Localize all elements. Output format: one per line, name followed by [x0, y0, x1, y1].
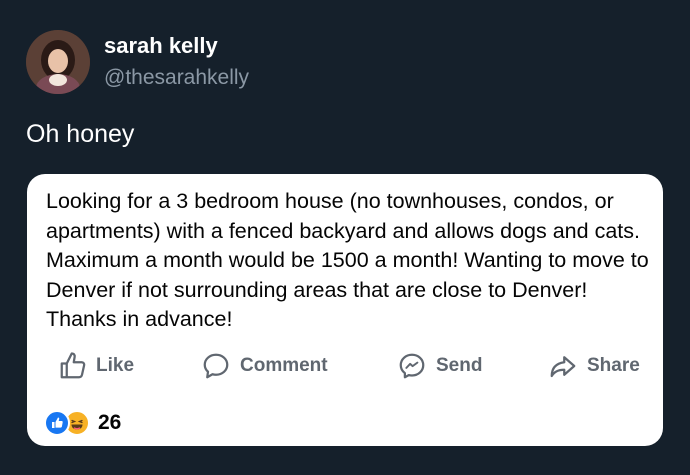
like-label: Like	[96, 355, 135, 376]
share-button[interactable]: Share	[547, 346, 640, 386]
reaction-summary[interactable]: 26	[44, 410, 121, 436]
comment-label: Comment	[240, 355, 328, 376]
tweet-text: Oh honey	[26, 120, 135, 148]
author-name[interactable]: sarah kelly	[104, 33, 218, 59]
thumbs-up-icon	[60, 352, 86, 379]
like-reaction-icon	[44, 410, 70, 436]
send-button[interactable]: Send	[396, 346, 482, 386]
comment-button[interactable]: Comment	[200, 346, 328, 386]
embedded-post-screenshot: Looking for a 3 bedroom house (no townho…	[27, 174, 663, 446]
comment-bubble-icon	[203, 353, 229, 379]
profile-photo-icon	[26, 30, 90, 94]
reaction-count: 26	[98, 411, 122, 434]
messenger-icon	[399, 353, 425, 379]
avatar[interactable]	[26, 30, 90, 94]
share-label: Share	[587, 355, 640, 376]
like-button[interactable]: Like	[58, 346, 134, 386]
share-arrow-icon	[550, 356, 576, 378]
send-label: Send	[436, 355, 483, 376]
post-body: Looking for a 3 bedroom house (no townho…	[46, 189, 649, 331]
author-handle[interactable]: @thesarahkelly	[104, 66, 249, 90]
